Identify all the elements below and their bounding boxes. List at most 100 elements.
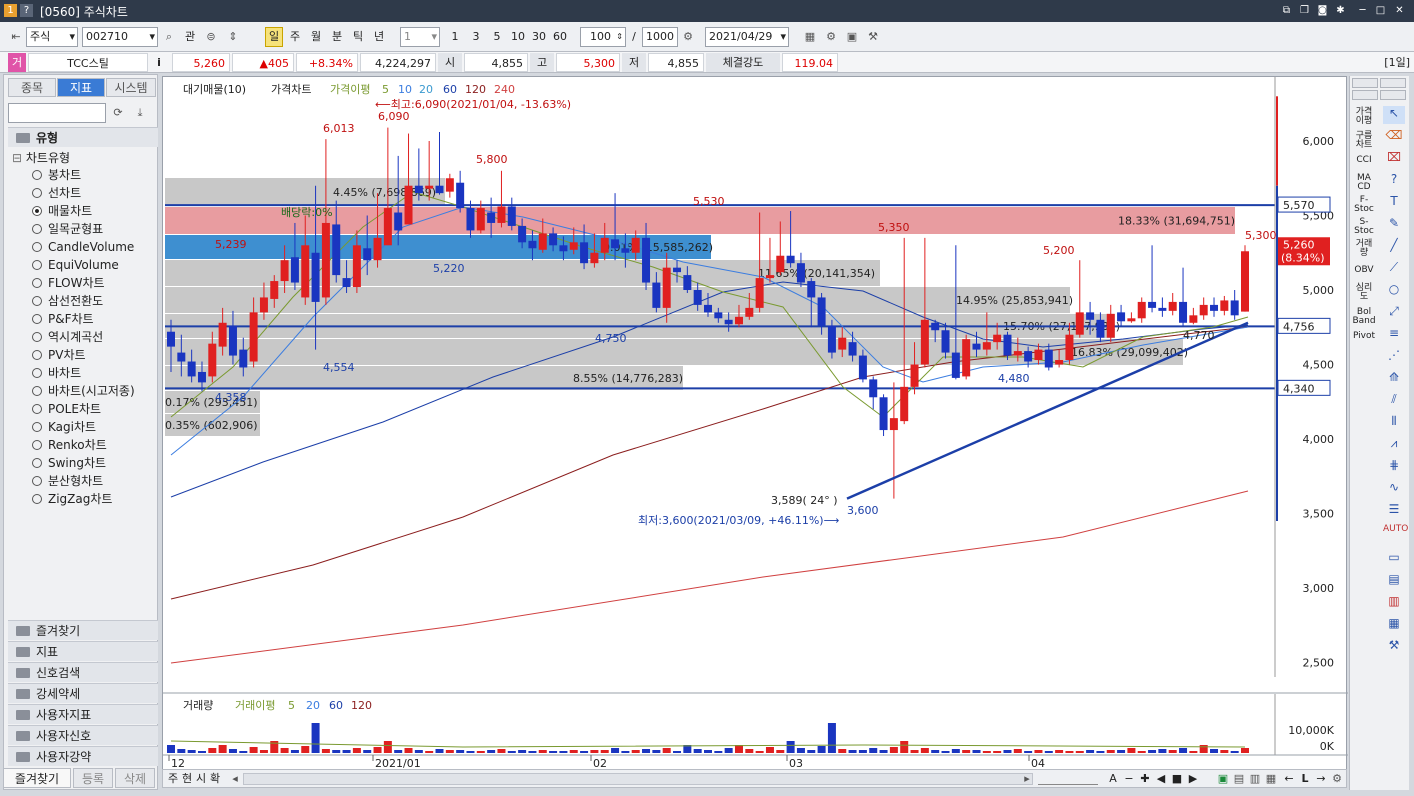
category-folder[interactable]: 신호검색 — [8, 662, 158, 682]
print-icon[interactable]: ▥ — [1247, 771, 1263, 787]
date-select[interactable]: 2021/04/29 ▾ — [705, 27, 789, 47]
category-folder[interactable]: 즐겨찾기 — [8, 620, 158, 640]
ind-obv[interactable]: OBV — [1351, 266, 1377, 275]
ind-pivot[interactable]: Pivot — [1351, 332, 1377, 341]
category-folder[interactable]: 지표 — [8, 641, 158, 661]
help-icon[interactable]: ? — [20, 4, 33, 17]
panel-up2-button[interactable] — [1380, 78, 1406, 88]
minimize-icon[interactable]: ─ — [1356, 4, 1369, 17]
ray-icon[interactable]: ⟋ — [1383, 260, 1405, 278]
info-icon[interactable]: i — [152, 53, 166, 72]
chart-icon[interactable]: ▥ — [1383, 594, 1405, 612]
total-input[interactable]: 1000 — [642, 27, 678, 47]
layout-icon[interactable]: ▦ — [1263, 771, 1279, 787]
ind-composite[interactable]: 구름 차트 — [1351, 132, 1377, 150]
text-tool-icon[interactable]: T — [1383, 194, 1405, 212]
period-month-button[interactable]: 월 — [307, 27, 325, 47]
ind-sstoch[interactable]: S- Stoc — [1351, 218, 1377, 236]
chart-type-option[interactable]: 바차트(시고저종) — [32, 383, 135, 400]
first-icon[interactable]: ⇤ — [8, 29, 24, 45]
save-icon[interactable]: ▣ — [844, 29, 860, 45]
eraser-icon[interactable]: ⌫ — [1383, 128, 1405, 146]
pen-icon[interactable]: ✎ — [1383, 216, 1405, 234]
chart-type-option[interactable]: 선차트 — [32, 185, 81, 202]
cycle-icon[interactable]: ⦀ — [1383, 414, 1405, 432]
search-icon[interactable]: ⌕ — [161, 29, 177, 45]
wrench-icon[interactable]: ⚒ — [1383, 638, 1405, 656]
stock-name[interactable]: TCC스틸 — [28, 53, 148, 72]
category-folder[interactable]: 강세약세 — [8, 683, 158, 703]
gann-icon[interactable]: ⋰ — [1383, 348, 1405, 366]
register-button[interactable]: 등록 — [73, 768, 113, 788]
settings-icon[interactable]: ✱ — [1334, 4, 1347, 17]
chart-type-option[interactable]: Renko차트 — [32, 437, 107, 454]
tools-icon[interactable]: ⚒ — [865, 29, 881, 45]
fan-icon[interactable]: ⟰ — [1383, 370, 1405, 388]
ind-cci[interactable]: CCI — [1351, 156, 1377, 165]
code-input[interactable]: 002710 ▾ — [82, 27, 158, 47]
forward-icon[interactable]: → — [1313, 771, 1329, 787]
unit-select[interactable]: 1 ▾ — [400, 27, 440, 47]
min10-button[interactable]: 10 — [508, 27, 528, 47]
scroll-right-icon[interactable]: ▸ — [1019, 771, 1035, 787]
chart-type-option[interactable]: Swing차트 — [32, 455, 106, 472]
minus-icon[interactable]: − — [1121, 771, 1137, 787]
circle-icon[interactable]: ○ — [1383, 282, 1405, 300]
calculator-icon[interactable]: ▦ — [802, 29, 818, 45]
zoom-slider[interactable] — [1038, 773, 1098, 785]
market-select[interactable]: 주식 ▾ — [26, 27, 78, 47]
chart-area[interactable]: 4.45% (7,698,869) 18.33% (31,694,751) 9.01… — [162, 76, 1348, 773]
period-week-button[interactable]: 주 — [286, 27, 304, 47]
horizontal-scrollbar[interactable] — [243, 773, 1033, 785]
chart-type-option[interactable]: P&F차트 — [32, 311, 94, 328]
favorites-tab[interactable]: 즐겨찾기 — [3, 768, 71, 788]
min60-button[interactable]: 60 — [550, 27, 570, 47]
close-icon[interactable]: ✕ — [1393, 4, 1406, 17]
trend-icon[interactable]: ⤢ — [1383, 304, 1405, 322]
save-icon[interactable]: ▤ — [1231, 771, 1247, 787]
min30-button[interactable]: 30 — [529, 27, 549, 47]
period-day-button[interactable]: 일 — [265, 27, 283, 47]
excel-icon[interactable]: ▣ — [1215, 771, 1231, 787]
chart-type-option[interactable]: 분산형차트 — [32, 473, 103, 490]
fibo-icon[interactable]: ⫽ — [1383, 392, 1405, 410]
price-chart-svg[interactable]: 4.45% (7,698,869)18.33% (31,694,751)9.01… — [163, 77, 1348, 773]
config-icon[interactable]: ⚙ — [1329, 771, 1345, 787]
indicator-search-input[interactable] — [8, 103, 106, 123]
ind-macd[interactable]: MA CD — [1351, 174, 1377, 192]
chart-type-option[interactable]: 매물차트 — [32, 203, 92, 220]
chart-type-option[interactable]: POLE차트 — [32, 401, 101, 418]
chart-type-option[interactable]: PV차트 — [32, 347, 86, 364]
category-folder[interactable]: 사용자신호 — [8, 725, 158, 745]
download-icon[interactable]: ⤓ — [132, 105, 148, 121]
l-icon[interactable]: L — [1297, 771, 1313, 787]
refresh-icon[interactable]: ⟳ — [110, 105, 126, 121]
stop-icon[interactable]: ■ — [1169, 771, 1185, 787]
back-icon[interactable]: ← — [1281, 771, 1297, 787]
period-year-button[interactable]: 년 — [370, 27, 388, 47]
panel-down-button[interactable] — [1352, 90, 1378, 100]
chart-type-option[interactable]: 일목균형표 — [32, 221, 103, 238]
scroll-left-icon[interactable]: ◂ — [227, 771, 243, 787]
group-icon[interactable]: ⊜ — [203, 29, 219, 45]
delete-button[interactable]: 삭제 — [115, 768, 155, 788]
chart-type-option[interactable]: EquiVolume — [32, 257, 119, 274]
window-icon[interactable]: ▭ — [1383, 550, 1405, 568]
category-folder[interactable]: 사용자지표 — [8, 704, 158, 724]
updown-icon[interactable]: ⇕ — [225, 29, 241, 45]
kwan-button[interactable]: 관 — [181, 27, 199, 47]
panel-up-button[interactable] — [1352, 78, 1378, 88]
count-input[interactable]: 100 ⇕ — [580, 27, 626, 47]
chart-type-option[interactable]: Kagi차트 — [32, 419, 96, 436]
tab-stock[interactable]: 종목 — [8, 78, 56, 97]
plus-icon[interactable]: ✚ — [1137, 771, 1153, 787]
ind-bollinger[interactable]: Bol Band — [1351, 308, 1377, 326]
channel-icon[interactable]: ≡ — [1383, 326, 1405, 344]
chart-type-option[interactable]: 역시계곡선 — [32, 329, 103, 346]
text-icon[interactable]: A — [1105, 771, 1121, 787]
auto-icon[interactable]: AUTO — [1383, 524, 1408, 542]
chart-type-option[interactable]: 삼선전환도 — [32, 293, 103, 310]
prev-icon[interactable]: ◀ — [1153, 771, 1169, 787]
tab-system[interactable]: 시스템 — [106, 78, 156, 97]
wave-icon[interactable]: ∿ — [1383, 480, 1405, 498]
